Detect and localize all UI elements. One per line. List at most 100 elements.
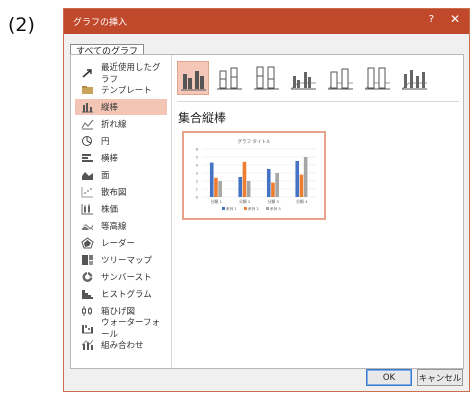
ok-button[interactable]: OK <box>366 369 412 386</box>
sidebar-item-label: レーダー <box>101 239 136 249</box>
treemap-icon <box>81 254 94 266</box>
sidebar-item-pie[interactable]: 円 <box>75 133 167 149</box>
sidebar-item-label: 株価 <box>101 205 119 215</box>
subtype-3d-stacked-column-button[interactable] <box>325 61 357 95</box>
bar <box>246 181 251 197</box>
x-tick-label: 分類 4 <box>296 199 308 204</box>
legend-swatch <box>244 207 247 210</box>
subtype-3d-100-stacked-column-button[interactable] <box>362 61 394 95</box>
folder-icon <box>81 84 94 96</box>
chart-panel: 最近使用したグラフ テンプレート 縦棒 折れ線 円 横棒 面 散布図 株価 等高… <box>70 54 464 369</box>
bar <box>214 177 218 197</box>
legend-swatch <box>266 207 269 210</box>
sidebar-item-treemap[interactable]: ツリーマップ <box>75 252 167 268</box>
dialog-buttons: OK キャンセル <box>366 369 463 386</box>
bar <box>295 161 300 197</box>
bar <box>271 182 275 197</box>
sidebar-item-label: 折れ線 <box>101 120 127 130</box>
recent-icon <box>81 67 94 79</box>
sidebar-item-histogram[interactable]: ヒストグラム <box>75 286 167 302</box>
sidebar-item-sunburst[interactable]: サンバースト <box>75 269 167 285</box>
bar <box>303 157 308 197</box>
sidebar-item-label: 縦棒 <box>101 103 119 113</box>
dialog-title: グラフの挿入 <box>73 18 128 28</box>
legend-label: 系列 1 <box>226 206 237 211</box>
y-tick-label: 5 <box>196 155 199 160</box>
sidebar-item-label: 等高線 <box>101 222 127 232</box>
y-tick-label: 1 <box>196 187 199 192</box>
subtype-clustered-column-button[interactable] <box>177 61 209 95</box>
legend-label: 系列 3 <box>270 206 281 211</box>
surface-chart-icon <box>81 220 94 232</box>
sidebar-item-label: テンプレート <box>101 86 152 96</box>
chart-title: グラフ タイトル <box>238 138 271 145</box>
x-tick-label: 分類 3 <box>268 199 280 204</box>
sidebar-item-column[interactable]: 縦棒 <box>75 99 167 115</box>
area-chart-icon <box>81 169 94 181</box>
close-button[interactable]: ✕ <box>450 12 460 26</box>
sidebar-item-label: ヒストグラム <box>101 290 152 300</box>
bar <box>266 169 271 197</box>
sidebar-item-stock[interactable]: 株価 <box>75 201 167 217</box>
legend-swatch <box>222 207 225 210</box>
sidebar-item-line[interactable]: 折れ線 <box>75 116 167 132</box>
radar-chart-icon <box>81 237 94 249</box>
waterfall-icon <box>81 322 94 334</box>
chart-subtype-row <box>177 61 462 97</box>
histogram-icon <box>81 288 94 300</box>
sidebar-item-templates[interactable]: テンプレート <box>75 82 167 98</box>
sidebar-item-label: 円 <box>101 137 110 147</box>
subtype-100-stacked-column-button[interactable] <box>251 61 283 95</box>
sidebar-item-surface[interactable]: 等高線 <box>75 218 167 234</box>
sidebar-item-label: 組み合わせ <box>101 341 144 351</box>
subtype-3d-column-button[interactable] <box>399 61 431 95</box>
bar <box>209 162 214 197</box>
sidebar-item-label: 面 <box>101 171 110 181</box>
help-button[interactable]: ? <box>429 14 434 25</box>
chart-detail-area: 集合縦棒 グラフ タイトル 6 5 4 3 2 1 0 分類 1 分類 2 分類 3 分類 4 系列 1… <box>172 55 463 368</box>
x-tick-label: 分類 1 <box>211 199 223 204</box>
title-bar: グラフの挿入 ? ✕ <box>64 9 469 34</box>
sidebar-item-label: 散布図 <box>101 188 127 198</box>
sidebar-item-label: ツリーマップ <box>101 256 153 266</box>
chart-type-heading: 集合縦棒 <box>178 111 227 125</box>
legend-label: 系列 2 <box>248 206 259 211</box>
sidebar-item-recent[interactable]: 最近使用したグラフ <box>75 63 167 85</box>
combo-chart-icon <box>81 339 94 351</box>
subtype-stacked-column-button[interactable] <box>214 61 246 95</box>
y-tick-label: 3 <box>196 171 199 176</box>
sidebar-item-waterfall[interactable]: ウォーターフォール <box>75 318 167 340</box>
bar <box>218 181 222 197</box>
scatter-chart-icon <box>81 186 94 198</box>
sidebar-item-label: 横棒 <box>101 154 119 164</box>
sidebar-item-radar[interactable]: レーダー <box>75 235 167 251</box>
subtype-3d-clustered-column-button[interactable] <box>288 61 320 95</box>
box-whisker-icon <box>81 305 94 317</box>
column-chart-icon <box>81 101 94 113</box>
stock-chart-icon <box>81 203 94 215</box>
cancel-button[interactable]: キャンセル <box>417 369 463 386</box>
divider <box>177 101 459 102</box>
sunburst-icon <box>81 271 94 283</box>
step-label: (2) <box>8 14 35 36</box>
y-tick-label: 0 <box>196 195 199 200</box>
pie-chart-icon <box>81 135 94 147</box>
chart-category-list: 最近使用したグラフ テンプレート 縦棒 折れ線 円 横棒 面 散布図 株価 等高… <box>71 55 172 368</box>
y-tick-label: 4 <box>196 163 199 168</box>
sidebar-item-scatter[interactable]: 散布図 <box>75 184 167 200</box>
bar <box>242 161 247 197</box>
bar <box>299 174 304 197</box>
line-chart-icon <box>81 118 94 130</box>
x-tick-label: 分類 2 <box>239 199 251 204</box>
sidebar-item-combo[interactable]: 組み合わせ <box>75 337 167 353</box>
bar <box>275 173 279 197</box>
chart-preview-svg: グラフ タイトル 6 5 4 3 2 1 0 分類 1 分類 2 分類 3 分類 4 系列 1 系列 2 系… <box>196 138 316 211</box>
sidebar-item-bar[interactable]: 横棒 <box>75 150 167 166</box>
bar-chart-icon <box>81 152 94 164</box>
bar <box>238 177 243 197</box>
insert-chart-dialog: グラフの挿入 ? ✕ すべてのグラフ 最近使用したグラフ テンプレート 縦棒 折… <box>63 8 470 392</box>
sidebar-item-area[interactable]: 面 <box>75 167 167 183</box>
sidebar-item-label: サンバースト <box>101 273 152 283</box>
chart-preview[interactable]: グラフ タイトル 6 5 4 3 2 1 0 分類 1 分類 2 分類 3 分類 4 系列 1 系列 2 系… <box>182 131 326 220</box>
y-tick-label: 6 <box>196 147 199 152</box>
